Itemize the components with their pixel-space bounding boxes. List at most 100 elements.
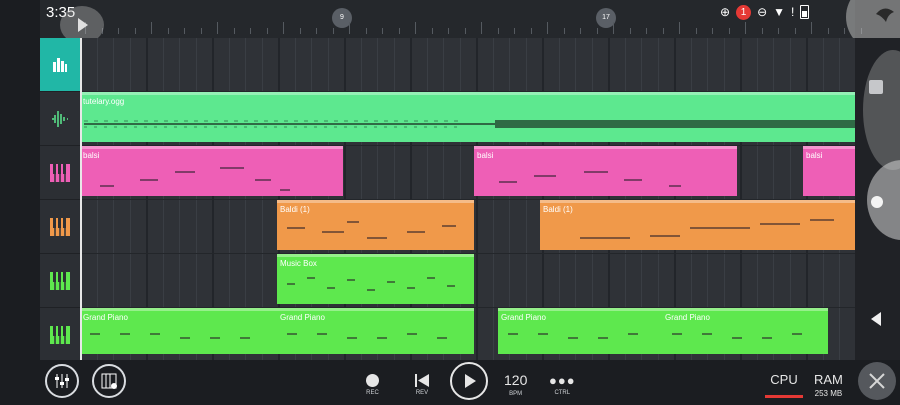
clip-name: Music Box: [280, 259, 317, 268]
more-dots-icon: ●●●: [549, 373, 576, 388]
timeline-tick: [662, 28, 664, 34]
timeline-tick: [794, 28, 796, 34]
timeline-tick: [184, 28, 185, 34]
piano-settings-button[interactable]: [92, 364, 126, 398]
right-panel: [855, 38, 900, 360]
ctrl-label: CTRL: [554, 390, 571, 396]
green-track-1-button[interactable]: [40, 254, 80, 308]
timeline-tick: [233, 28, 235, 34]
piano-gear-icon: [92, 364, 126, 398]
record-icon: [366, 374, 379, 387]
timeline-tick: [118, 28, 119, 34]
zoom-handle[interactable]: [867, 160, 900, 240]
bar-marker-label: 9: [340, 14, 344, 21]
timeline-tick: [563, 28, 565, 34]
timeline-tick: [134, 28, 136, 34]
clip-name: Grand Piano: [280, 313, 325, 322]
ram-label: RAM: [814, 372, 843, 387]
orange-clip[interactable]: Baldi (1): [277, 200, 474, 250]
master-track-button[interactable]: [40, 38, 80, 92]
timeline-tick: [299, 28, 301, 34]
audio-track-button[interactable]: [40, 92, 80, 146]
grand-piano-clip[interactable]: Grand Piano: [277, 308, 474, 354]
record-button[interactable]: REC: [366, 374, 379, 396]
grand-piano-clip[interactable]: Grand Piano: [80, 308, 277, 354]
timeline-tick: [827, 28, 829, 34]
battery-icon: [800, 5, 810, 19]
timeline-tick: [580, 28, 581, 34]
timeline-tick: [646, 28, 647, 34]
piano-keys-icon: [50, 325, 70, 344]
timeline-tick: [547, 22, 548, 34]
timeline-tick: [629, 28, 631, 34]
status-icons: ⊕ 1 ⊖ ▼ !: [720, 4, 810, 20]
back-triangle-icon[interactable]: [869, 311, 883, 327]
bpm-label: BPM: [509, 391, 523, 397]
arrangement-grid[interactable]: tutelary.ogg balsi balsi balsi Baldi (1)…: [80, 38, 855, 360]
rewind-icon: [415, 374, 429, 387]
pink-clip[interactable]: balsi: [803, 146, 855, 196]
ram-meter[interactable]: RAM 253 MB: [814, 372, 843, 398]
timeline-tick: [266, 28, 268, 34]
scroll-handle[interactable]: [863, 50, 900, 170]
track-icons-column: [40, 38, 80, 362]
piano-keys-icon: [50, 163, 70, 182]
timeline-tick: [151, 22, 152, 34]
timeline-tick: [497, 28, 499, 34]
timeline-tick: [431, 28, 433, 34]
cpu-label: CPU: [770, 372, 798, 387]
pink-clip[interactable]: balsi: [80, 146, 343, 196]
close-icon: [869, 373, 885, 389]
mixer-icon: [45, 364, 79, 398]
master-lane[interactable]: [80, 38, 855, 92]
bpm-value: 120: [504, 372, 528, 388]
audio-clip[interactable]: tutelary.ogg: [80, 92, 855, 142]
bottom-toolbar: REC REV 120 BPM ●●● CTRL CPU RAM 253 MB: [40, 360, 855, 405]
timeline-tick: [464, 28, 466, 34]
close-button[interactable]: [858, 362, 896, 400]
ctrl-button[interactable]: ●●● CTRL: [549, 374, 576, 396]
grand-piano-clip[interactable]: Grand Piano: [498, 308, 662, 354]
clip-name: balsi: [806, 151, 823, 160]
rev-label: REV: [415, 390, 429, 396]
timeline-tick: [712, 28, 713, 34]
timeline-tick: [217, 22, 218, 34]
clip-name: Baldi (1): [280, 205, 310, 214]
timeline-tick: [283, 22, 284, 34]
music-box-clip[interactable]: Music Box: [277, 254, 474, 304]
clip-name: Baldi (1): [543, 205, 573, 214]
timeline-tick: [596, 28, 598, 34]
sync-icon: ⊕: [720, 5, 731, 19]
timeline-tick: [448, 28, 449, 34]
timeline-tick: [415, 22, 416, 34]
pink-track-button[interactable]: [40, 146, 80, 200]
cpu-underline: [765, 395, 803, 398]
bpm-button[interactable]: 120 BPM: [504, 372, 527, 397]
play-button[interactable]: [450, 362, 488, 400]
orange-clip[interactable]: Baldi (1): [540, 200, 855, 250]
clip-name: Grand Piano: [501, 313, 546, 322]
clip-name: Grand Piano: [665, 313, 710, 322]
clip-name: balsi: [83, 151, 100, 160]
timeline-tick: [844, 28, 845, 34]
grand-piano-clip[interactable]: Grand Piano: [662, 308, 828, 354]
mixer-button[interactable]: [45, 364, 79, 398]
timeline-tick: [514, 28, 515, 34]
play-icon: [465, 374, 476, 388]
rewind-button[interactable]: REV: [414, 374, 430, 396]
timeline-tick: [200, 28, 202, 34]
timeline-tick: [382, 28, 383, 34]
clip-name: Grand Piano: [83, 313, 128, 322]
timeline-tick: [695, 28, 697, 34]
bar-marker-label: 17: [602, 14, 610, 21]
waveform-icon: [52, 110, 68, 127]
ram-value: 253 MB: [814, 389, 843, 398]
green-track-2-button[interactable]: [40, 308, 80, 362]
pink-clip[interactable]: balsi: [474, 146, 737, 196]
playhead[interactable]: [80, 38, 82, 360]
timeline-tick: [398, 28, 400, 34]
timeline-tick: [613, 22, 614, 34]
timeline-tick: [530, 28, 532, 34]
orange-track-button[interactable]: [40, 200, 80, 254]
cpu-meter[interactable]: CPU: [765, 372, 803, 398]
